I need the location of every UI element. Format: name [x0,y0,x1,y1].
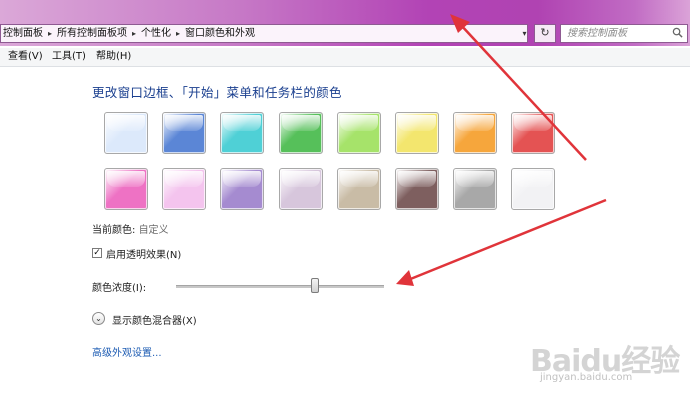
color-swatch[interactable] [511,112,556,154]
swatch-gloss [107,115,145,131]
color-swatch[interactable] [511,168,556,210]
color-intensity-slider[interactable] [176,285,384,288]
breadcrumb-separator-icon[interactable]: ▸ [132,29,136,38]
breadcrumb-window-color[interactable]: 窗口颜色和外观 [185,28,255,39]
menu-tools[interactable]: 工具(T) [50,48,88,66]
color-swatch[interactable] [395,168,439,210]
color-swatch[interactable] [453,168,498,210]
swatch-gloss [165,171,204,187]
breadcrumb-separator-icon[interactable]: ▸ [176,29,180,38]
breadcrumb-all-items[interactable]: 所有控制面板项 [57,28,127,39]
color-swatch[interactable] [278,112,323,154]
search-input[interactable]: 搜索控制面板 [560,24,688,43]
advanced-appearance-link[interactable]: 高级外观设置... [92,344,162,359]
color-swatch[interactable] [220,168,265,210]
address-dropdown-icon[interactable]: ▾ [518,24,531,43]
color-swatch[interactable] [395,112,439,154]
color-swatch[interactable] [220,112,265,154]
current-color-value: 自定义 [138,225,169,236]
breadcrumb-personalization[interactable]: 个性化 [141,28,171,39]
annotation-arrowhead-bottom [396,270,414,286]
swatch-gloss [281,171,320,187]
menu-view[interactable]: 查看(V) [6,48,45,66]
swatch-gloss [456,171,495,187]
address-bar[interactable]: 控制面板 ▸ 所有控制面板项 ▸ 个性化 ▸ 窗口颜色和外观 [0,24,528,43]
baidu-watermark-url: jingyan.baidu.com [540,372,633,383]
swatch-gloss [398,171,436,187]
swatch-gloss [456,115,495,131]
color-swatch[interactable] [162,112,207,154]
refresh-button[interactable]: ↻ [534,24,556,43]
color-swatch[interactable] [453,112,498,154]
menu-help[interactable]: 帮助(H) [94,48,133,66]
search-placeholder: 搜索控制面板 [567,28,627,39]
color-swatch[interactable] [336,168,381,210]
color-intensity-label: 颜色浓度(I): [92,283,147,294]
breadcrumb-separator-icon[interactable]: ▸ [48,29,52,38]
swatch-gloss [398,115,436,131]
swatch-gloss [281,115,320,131]
color-swatch[interactable] [278,168,323,210]
show-color-mixer-link[interactable]: 显示颜色混合器(X) [112,312,197,327]
transparency-checkbox[interactable]: ✓ [92,248,102,258]
color-swatch[interactable] [162,168,207,210]
swatch-gloss [165,115,204,131]
transparency-label[interactable]: 启用透明效果(N) [106,246,181,261]
swatch-gloss [223,115,262,131]
swatch-gloss [514,171,553,187]
color-intensity-slider-thumb[interactable] [311,278,320,293]
swatch-gloss [514,115,553,131]
swatch-gloss [339,171,378,187]
swatch-gloss [107,171,145,187]
menu-bar: 查看(V) 工具(T) 帮助(H) [0,48,690,67]
breadcrumb-control-panel[interactable]: 控制面板 [3,28,43,39]
color-swatch[interactable] [104,168,148,210]
current-color-info: 当前颜色: 自定义 [92,221,169,236]
color-swatch[interactable] [104,112,148,154]
chevron-down-icon[interactable]: ⌄ [92,312,105,325]
search-icon[interactable] [672,27,683,38]
swatch-gloss [223,171,262,187]
page-title: 更改窗口边框、「开始」菜单和任务栏的颜色 [92,85,342,100]
swatch-gloss [339,115,378,131]
color-swatch[interactable] [336,112,381,154]
current-color-label: 当前颜色: [92,225,136,236]
annotation-arrow-bottom [407,198,607,282]
